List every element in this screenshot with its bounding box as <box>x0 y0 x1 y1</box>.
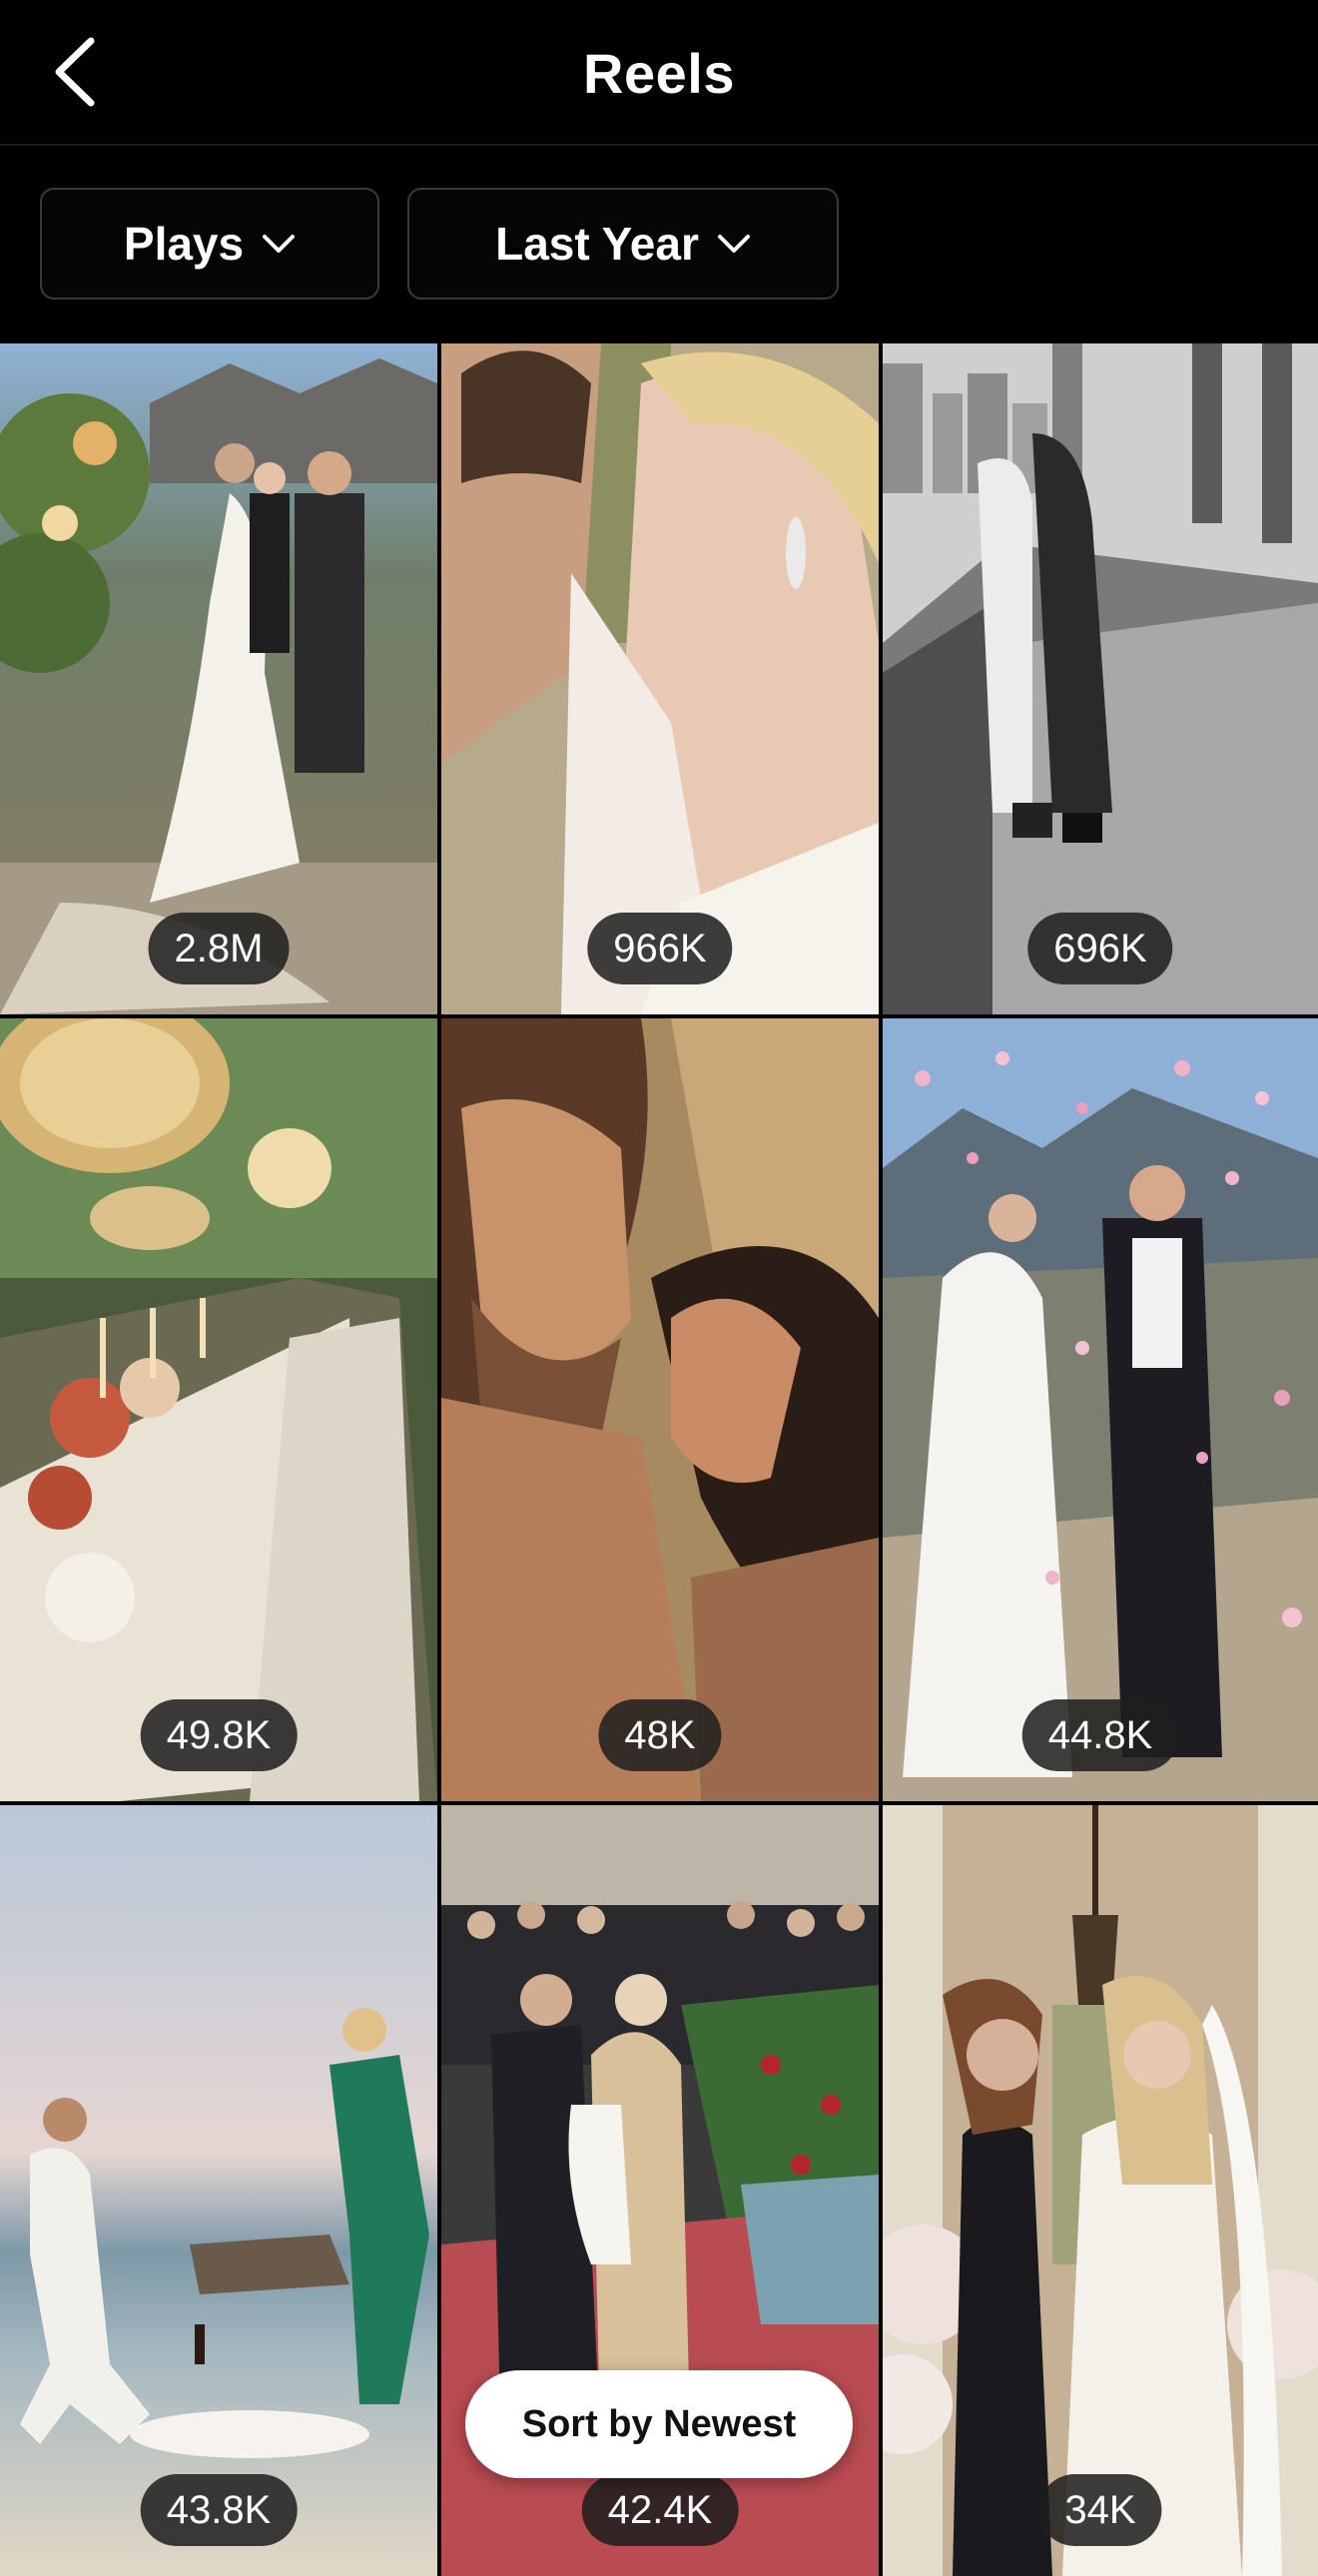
page-title: Reels <box>583 41 735 105</box>
date-range-dropdown-label: Last Year <box>495 218 699 270</box>
reel-thumbnail <box>883 1805 1318 2576</box>
chevron-down-icon <box>717 235 750 253</box>
sort-by-newest-button[interactable]: Sort by Newest <box>465 2370 853 2478</box>
play-count: 43.8K <box>140 2474 298 2546</box>
reel-tile[interactable]: 49.8K <box>0 1018 437 1801</box>
reel-thumbnail <box>883 1018 1318 1801</box>
reel-tile[interactable]: 966K <box>441 343 879 1014</box>
play-count: 48K <box>598 1699 722 1771</box>
reels-screen: Reels Plays Last Year 2.8M 966K 696K 49.… <box>0 0 1318 2576</box>
metric-dropdown[interactable]: Plays <box>40 188 379 300</box>
filter-bar: Plays Last Year <box>0 146 1318 343</box>
reel-tile[interactable]: 44.8K <box>883 1018 1318 1801</box>
reel-thumbnail <box>441 1018 879 1801</box>
reel-tile[interactable]: 2.8M <box>0 343 437 1014</box>
reel-tile[interactable]: 696K <box>883 343 1318 1014</box>
reel-tile[interactable]: 34K <box>883 1805 1318 2576</box>
play-count: 696K <box>1027 913 1173 984</box>
metric-dropdown-label: Plays <box>123 218 245 270</box>
reel-thumbnail <box>0 1805 437 2576</box>
play-count: 42.4K <box>581 2474 739 2546</box>
reel-thumbnail <box>0 1018 437 1801</box>
chevron-down-icon <box>263 235 296 253</box>
play-count: 49.8K <box>140 1699 298 1771</box>
play-count: 44.8K <box>1021 1699 1179 1771</box>
date-range-dropdown[interactable]: Last Year <box>407 188 839 300</box>
play-count: 2.8M <box>148 913 290 984</box>
play-count: 34K <box>1038 2474 1162 2546</box>
play-count: 966K <box>587 913 733 984</box>
reel-tile[interactable]: 43.8K <box>0 1805 437 2576</box>
reels-grid: 2.8M 966K 696K 49.8K 48K 44.8K 43.8K 42.… <box>0 343 1318 2576</box>
reel-tile[interactable]: 48K <box>441 1018 879 1801</box>
top-bar: Reels <box>0 0 1318 146</box>
